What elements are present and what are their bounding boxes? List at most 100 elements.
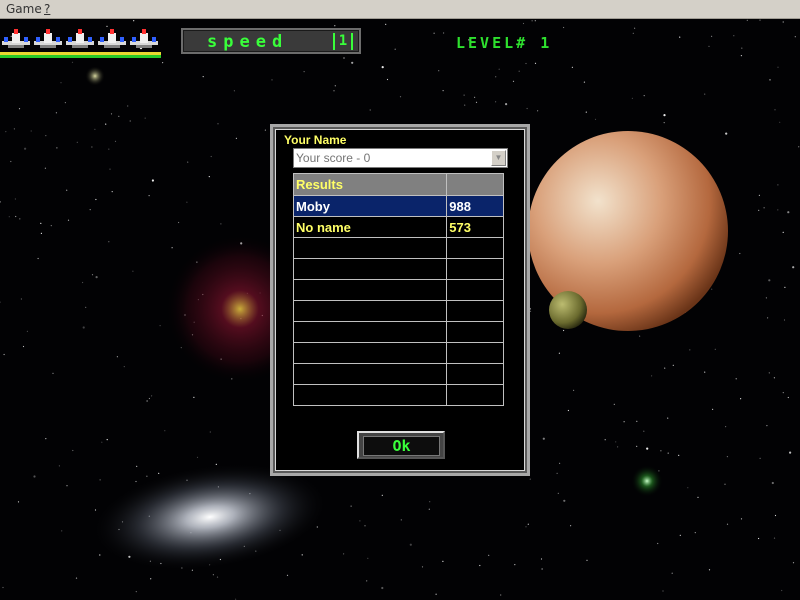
star	[381, 66, 384, 69]
star	[767, 317, 769, 319]
star	[164, 430, 166, 432]
star	[583, 81, 586, 83]
table-row-empty	[292, 363, 504, 385]
name-input[interactable]	[296, 150, 486, 166]
star	[615, 441, 617, 443]
star	[529, 310, 532, 312]
menu-help[interactable]: ?	[44, 2, 50, 16]
star	[724, 483, 726, 485]
star	[526, 107, 528, 110]
star	[178, 221, 180, 224]
star	[22, 345, 25, 348]
star	[58, 465, 61, 467]
star	[37, 257, 39, 260]
star	[671, 572, 673, 574]
star	[193, 396, 195, 398]
star	[617, 446, 619, 448]
star	[400, 519, 402, 521]
star	[60, 82, 62, 84]
menu-game[interactable]: Game	[6, 2, 42, 16]
table-row[interactable]: No name 573	[292, 216, 504, 238]
star	[264, 129, 266, 131]
star	[271, 79, 273, 81]
star	[733, 35, 735, 37]
player-score: 573	[446, 216, 504, 238]
star	[286, 574, 289, 576]
star	[2, 586, 4, 589]
star	[187, 161, 189, 163]
star	[359, 520, 361, 522]
star	[525, 526, 527, 528]
star	[542, 437, 545, 440]
star	[162, 62, 164, 64]
star	[679, 534, 681, 537]
star	[651, 375, 653, 377]
star	[505, 103, 508, 106]
star	[19, 218, 21, 220]
star	[129, 120, 131, 122]
star	[773, 537, 776, 539]
star	[235, 137, 237, 139]
star	[394, 48, 396, 50]
star	[763, 207, 765, 209]
star	[613, 403, 615, 405]
star	[146, 475, 148, 477]
star	[301, 554, 303, 556]
dropdown-arrow-icon[interactable]: ▼	[491, 150, 506, 166]
star	[82, 281, 84, 284]
star	[663, 114, 666, 117]
star	[782, 392, 784, 394]
star	[350, 505, 352, 507]
star	[343, 57, 345, 59]
star	[343, 553, 345, 555]
star	[135, 480, 137, 483]
star	[586, 559, 588, 561]
star	[66, 189, 68, 191]
star	[664, 367, 666, 369]
star	[634, 27, 636, 29]
star	[643, 95, 645, 97]
name-combobox[interactable]: ▼	[293, 148, 508, 168]
star	[774, 514, 777, 517]
star	[726, 456, 729, 458]
star	[660, 450, 662, 452]
star	[687, 487, 689, 489]
star	[52, 372, 54, 374]
menu-bar: Game ?	[0, 0, 800, 19]
star	[689, 349, 691, 351]
star	[464, 104, 466, 106]
star	[662, 590, 664, 592]
star	[196, 456, 199, 458]
star	[667, 417, 669, 419]
star	[118, 115, 120, 117]
ok-button[interactable]: Ok	[357, 431, 445, 459]
star	[55, 112, 58, 114]
lives-indicator	[0, 27, 165, 49]
star	[18, 108, 21, 110]
star	[67, 219, 70, 221]
star	[217, 123, 219, 125]
results-header-row: Results	[292, 173, 504, 196]
star	[210, 155, 212, 158]
star	[667, 452, 669, 454]
star	[792, 562, 795, 564]
star	[114, 140, 117, 142]
star	[351, 61, 354, 64]
star	[61, 530, 63, 532]
star	[101, 441, 103, 443]
star	[541, 568, 543, 570]
star	[44, 167, 47, 169]
star	[442, 90, 444, 92]
game-viewport[interactable]: speed 1 LEVEL# 1 Your Name ▼ Results Mob…	[0, 19, 800, 600]
star	[159, 325, 161, 327]
player-name: No name	[292, 216, 448, 238]
table-row[interactable]: Moby 988	[292, 195, 504, 217]
star	[385, 23, 387, 25]
star	[364, 525, 366, 527]
star	[151, 395, 153, 397]
your-name-label: Your Name	[284, 133, 347, 147]
table-row-empty	[292, 258, 504, 280]
star	[512, 80, 515, 82]
star	[563, 499, 566, 502]
star	[13, 128, 15, 130]
